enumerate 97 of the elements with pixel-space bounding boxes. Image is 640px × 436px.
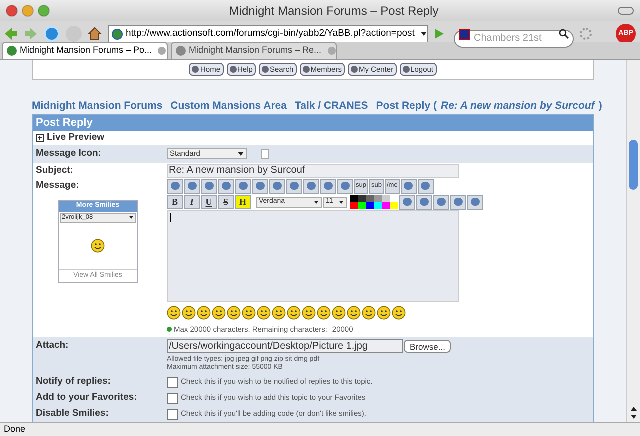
toolbar-tool-icon[interactable] — [399, 194, 415, 210]
smiley-icon[interactable] — [332, 306, 346, 320]
toolbar-tool-icon[interactable] — [269, 178, 285, 194]
toolbar-tool-icon[interactable] — [201, 178, 217, 194]
scroll-up-icon[interactable] — [630, 407, 636, 411]
smiley-icon[interactable] — [257, 306, 271, 320]
color-swatch[interactable] — [366, 202, 374, 210]
smiley-icon[interactable] — [287, 306, 301, 320]
window-title: Midnight Mansion Forums – Post Reply — [228, 2, 440, 20]
checkbox[interactable] — [167, 376, 178, 388]
browser-tab[interactable]: Midnight Mansion Forums – Po... — [2, 42, 168, 59]
dropdown-caret-icon[interactable] — [129, 216, 134, 219]
field-label: Notify of replies: — [35, 374, 112, 389]
document-icon — [261, 148, 269, 159]
smiley-icon[interactable] — [227, 306, 241, 320]
minimize-icon — [22, 4, 34, 16]
color-swatch[interactable] — [374, 195, 382, 202]
toolbar-tool-icon[interactable] — [450, 194, 466, 210]
smiley-icon[interactable] — [167, 306, 181, 320]
smiley-icon[interactable] — [317, 306, 331, 320]
dropdown-caret-icon[interactable] — [314, 200, 319, 204]
panel-header: Post Reply — [33, 114, 593, 131]
color-swatch[interactable] — [358, 202, 366, 210]
attach-field[interactable]: /Users/workingaccount/Desktop/Picture 1.jpg — [167, 339, 403, 353]
toolbar-toggle-icon[interactable] — [618, 6, 634, 14]
status-text: Done — [4, 422, 26, 436]
toolbar-tool-icon[interactable] — [320, 178, 336, 194]
expand-icon[interactable] — [36, 134, 44, 142]
url-text: http://www.actionsoft.com/forums/cgi-bin/yabb2/YaBB.pl?action=post — [126, 26, 415, 41]
dropdown-caret-icon[interactable] — [238, 152, 244, 156]
field-label: Add to your Favorites: — [35, 390, 138, 405]
smiley-icon[interactable] — [242, 306, 256, 320]
toolbar-tool-icon[interactable] — [286, 178, 302, 194]
go-arrow-icon[interactable] — [434, 29, 444, 39]
address-field[interactable]: http://www.actionsoft.com/forums/cgi-bin/yabb2/YaBB.pl?action=post — [108, 25, 428, 43]
toolbar-tool-icon[interactable] — [416, 194, 432, 210]
home-icon[interactable] — [88, 27, 102, 41]
smiley-icon[interactable] — [302, 306, 316, 320]
zoom-icon — [38, 4, 50, 16]
smiley-icon[interactable] — [347, 306, 361, 320]
smiley-icon[interactable] — [91, 239, 105, 253]
toolbar-tool-icon[interactable] — [184, 178, 200, 194]
smiley-icon[interactable] — [377, 306, 391, 320]
smiley-icon[interactable] — [182, 306, 196, 320]
field-label: Subject: — [35, 164, 74, 178]
smiley-icon[interactable] — [272, 306, 286, 320]
color-swatch[interactable] — [350, 195, 358, 202]
search-field[interactable]: Chambers 21st — [454, 30, 574, 48]
scroll-thumb[interactable] — [629, 140, 638, 190]
search-icon[interactable] — [559, 29, 569, 39]
field-label: Message Icon: — [35, 146, 102, 161]
toolbar-tool-icon[interactable] — [303, 178, 319, 194]
checkbox[interactable] — [167, 408, 178, 420]
topic-title: Re: A new mansion by Surcouf — [440, 98, 595, 114]
dropdown-caret-icon[interactable] — [420, 32, 427, 36]
color-swatch[interactable] — [366, 195, 374, 202]
toolbar-tool-icon[interactable] — [433, 194, 449, 210]
breadcrumb-link[interactable]: Midnight Mansion Forums — [32, 98, 163, 115]
toolbar-tool-icon[interactable] — [218, 178, 234, 194]
toolbar-tool-icon[interactable] — [467, 194, 483, 210]
color-swatch[interactable] — [374, 202, 382, 210]
toolbar-tool-icon[interactable] — [337, 178, 353, 194]
back-arrow-icon[interactable] — [4, 27, 18, 41]
smiley-icon[interactable] — [362, 306, 376, 320]
live-preview-label[interactable]: Live Preview — [47, 130, 105, 145]
scroll-down-icon[interactable] — [630, 415, 636, 419]
browse-button[interactable]: Browse... — [404, 340, 452, 352]
color-swatch[interactable] — [382, 202, 390, 210]
smiley-icon[interactable] — [197, 306, 211, 320]
format-button[interactable]: S — [218, 195, 234, 210]
browser-tab[interactable]: Midnight Mansion Forums – Re... — [171, 42, 337, 59]
loading-spinner-icon — [580, 28, 592, 40]
field-label: Disable Smilies: — [35, 406, 110, 421]
field-label: Attach: — [35, 339, 70, 353]
field-label: Message: — [35, 178, 80, 193]
checkbox[interactable] — [167, 392, 178, 404]
smiley-icon[interactable] — [392, 306, 406, 320]
toolbar-tool-icon[interactable] — [252, 178, 268, 194]
format-button[interactable]: H — [235, 195, 251, 210]
format-button[interactable]: I — [184, 195, 200, 210]
color-swatch[interactable] — [390, 202, 398, 210]
color-swatch[interactable] — [350, 202, 358, 210]
subject-field[interactable]: Re: A new mansion by Surcouf — [167, 164, 459, 178]
color-swatch[interactable] — [358, 195, 366, 202]
breadcrumb-text: ) — [598, 98, 602, 114]
smiley-icon[interactable] — [212, 306, 226, 320]
toolbar-tool-icon[interactable] — [400, 178, 417, 194]
search-engine-icon[interactable] — [459, 29, 470, 40]
dropdown-caret-icon[interactable] — [339, 200, 344, 204]
breadcrumb-link[interactable]: Talk / CRANES — [294, 98, 368, 115]
format-button[interactable]: B — [167, 195, 183, 210]
breadcrumb-link[interactable]: Custom Mansions Area — [170, 98, 287, 115]
format-button[interactable]: U — [201, 195, 217, 210]
toolbar-tool-icon[interactable] — [167, 178, 183, 194]
toolbar-tool-icon[interactable] — [418, 178, 434, 194]
toolbar-tool-icon[interactable] — [235, 178, 251, 194]
color-swatch[interactable] — [382, 195, 390, 202]
